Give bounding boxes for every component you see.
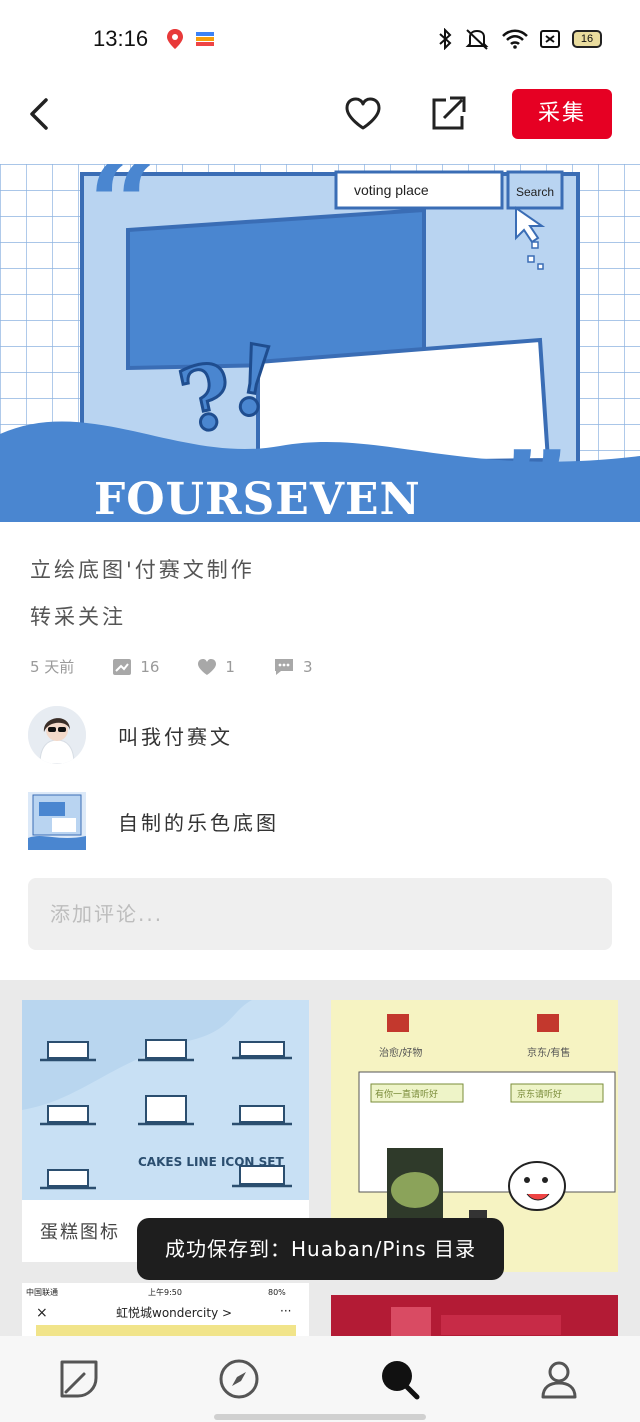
profile-icon[interactable] (538, 1358, 580, 1400)
wallet-icon (196, 32, 214, 46)
card3-title: 虹悦城wondercity > (116, 1306, 232, 1320)
svg-text:“: “ (88, 164, 157, 275)
heart-icon[interactable] (344, 96, 382, 132)
hero-search-button: Search (516, 185, 554, 199)
pin-description-2: 转采关注 (30, 605, 126, 629)
battery-icon: 16 (572, 30, 602, 48)
bubble-left: 有你一直请听好 (375, 1088, 438, 1100)
time-ago: 5 天前 (30, 656, 74, 677)
status-right: 16 (438, 28, 602, 50)
pin-meta: 5 天前 16 1 3 (30, 656, 351, 677)
comment-small-icon (274, 658, 293, 675)
hero-search-text: voting place (354, 182, 429, 198)
repin-count-text: 16 (140, 657, 160, 676)
status-time: 13:16 (93, 26, 149, 51)
cakes-title: CAKES LINE ICON SET (138, 1155, 284, 1169)
home-leaf-icon[interactable] (58, 1358, 100, 1400)
svg-text:×: × (36, 1305, 48, 1321)
like-count: 1 (197, 658, 235, 676)
board-thumbnail-image (28, 792, 86, 850)
wifi-icon (502, 29, 528, 49)
top-nav: 采集 (0, 80, 640, 164)
repin-count: 16 (112, 658, 159, 676)
sim-icon (540, 30, 560, 48)
user-name[interactable]: 叫我付赛文 (118, 721, 233, 750)
pin-artwork: “ ” voting place Search ? ! FOURSEVEN (0, 164, 640, 522)
home-indicator (214, 1414, 426, 1420)
card3-time: 上午9:50 (148, 1287, 182, 1297)
related-pin-caption: 蛋糕图标 (40, 1222, 120, 1243)
svg-text:···: ··· (280, 1304, 291, 1318)
board-row[interactable]: 自制的乐色底图 (28, 792, 279, 850)
cakes-pin-image: CAKES LINE ICON SET (22, 1000, 309, 1200)
tag-left: 治愈/好物 (379, 1046, 422, 1059)
repin-icon (113, 658, 132, 675)
card3-battery: 80% (268, 1288, 286, 1297)
comment-input[interactable]: 添加评论... (28, 878, 612, 950)
compass-icon[interactable] (218, 1358, 260, 1400)
pin-image[interactable]: “ ” voting place Search ? ! FOURSEVEN (0, 164, 640, 522)
time-ago-text: 5 天前 (30, 658, 75, 676)
card3-carrier: 中国联通 (26, 1287, 58, 1297)
comment-count-text: 3 (302, 657, 313, 676)
collect-button[interactable]: 采集 (512, 89, 612, 139)
comment-count: 3 (273, 658, 313, 676)
like-small-icon (198, 658, 217, 675)
board-thumbnail[interactable] (28, 792, 86, 850)
avatar-image (28, 706, 86, 764)
share-icon[interactable] (430, 94, 466, 132)
mute-icon (465, 29, 489, 50)
app-notification-icon (167, 29, 183, 49)
bottom-tab-bar (0, 1336, 640, 1422)
save-toast: 成功保存到：Huaban/Pins 目录 (137, 1218, 504, 1280)
like-count-text: 1 (225, 657, 235, 676)
hero-brand-text: FOURSEVEN (94, 474, 421, 522)
search-icon[interactable] (378, 1358, 420, 1400)
back-arrow-icon[interactable] (26, 96, 58, 132)
user-row[interactable]: 叫我付赛文 (28, 706, 233, 764)
status-bar: 13:16 16 (0, 0, 640, 80)
avatar[interactable] (28, 706, 86, 764)
board-name[interactable]: 自制的乐色底图 (118, 807, 279, 836)
pin-description: 立绘底图'付赛文制作 (30, 558, 255, 582)
bluetooth-icon (439, 28, 452, 50)
tag-right: 京东/有售 (527, 1046, 570, 1059)
bubble-right: 京东请听好 (517, 1088, 562, 1100)
